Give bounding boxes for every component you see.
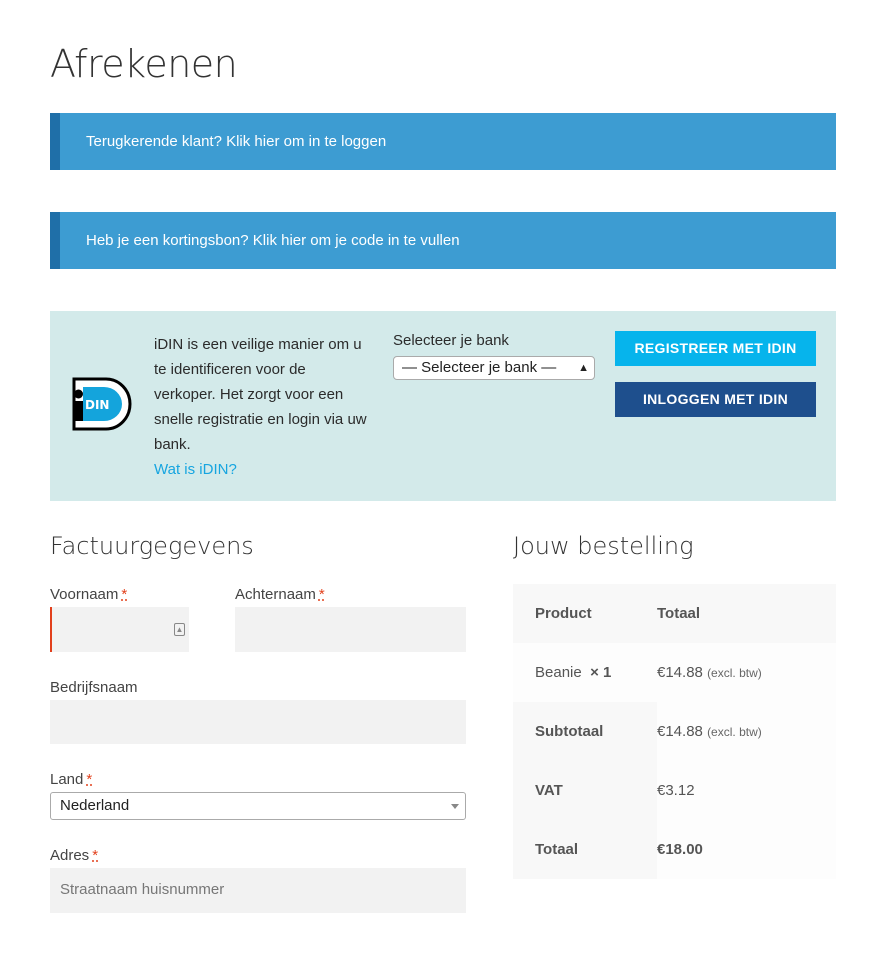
- total-column-header: Totaal: [657, 584, 836, 643]
- coupon-link[interactable]: Heb je een kortingsbon? Klik hier om je …: [86, 232, 460, 249]
- subtotal-amount: €14.88: [657, 723, 703, 740]
- last-name-label-text: Achternaam: [235, 586, 316, 603]
- order-title: Jouw bestelling: [513, 532, 694, 560]
- item-quantity: × 1: [590, 664, 612, 681]
- returning-customer-link[interactable]: Terugkerende klant? Klik hier om in te l…: [86, 133, 386, 150]
- required-mark: *: [318, 586, 325, 603]
- order-review-table: Product Totaal Beanie × 1 €14.88 (excl. …: [513, 584, 836, 879]
- country-select[interactable]: Nederland: [50, 792, 466, 820]
- item-name: Beanie: [535, 664, 582, 681]
- order-header-row: Product Totaal: [513, 584, 836, 643]
- subtotal-row: Subtotaal €14.88 (excl. btw): [513, 702, 836, 761]
- billing-title: Factuurgegevens: [50, 532, 254, 560]
- what-is-idin-link[interactable]: Wat is iDIN?: [154, 457, 370, 482]
- address-input[interactable]: Straatnaam huisnummer: [50, 868, 466, 913]
- order-item-name: Beanie × 1: [513, 643, 657, 702]
- idin-logo-icon: DIN: [72, 377, 132, 431]
- order-total-row: Totaal €18.00: [513, 820, 836, 879]
- last-name-input[interactable]: [235, 607, 466, 652]
- idin-description: iDIN is een veilige manier om u te ident…: [154, 332, 370, 482]
- subtotal-tax-note: (excl. btw): [707, 725, 762, 739]
- vat-row: VAT €3.12: [513, 761, 836, 820]
- first-name-input[interactable]: ▲: [50, 607, 189, 652]
- order-total-label: Totaal: [513, 820, 657, 879]
- chevron-down-icon: [451, 804, 459, 809]
- first-name-label: Voornaam *: [50, 586, 127, 603]
- contact-card-icon[interactable]: ▲: [174, 623, 185, 636]
- required-mark: *: [92, 847, 99, 864]
- idin-description-text: iDIN is een veilige manier om u te ident…: [154, 336, 367, 453]
- order-total-value: €18.00: [657, 820, 836, 879]
- coupon-notice[interactable]: Heb je een kortingsbon? Klik hier om je …: [50, 212, 836, 269]
- svg-text:DIN: DIN: [85, 398, 109, 412]
- country-select-value: Nederland: [60, 797, 130, 814]
- country-label: Land *: [50, 771, 92, 788]
- item-price: €14.88: [657, 664, 703, 681]
- bank-select-value: — Selecteer je bank —: [402, 359, 557, 376]
- order-item-total: €14.88 (excl. btw): [657, 643, 836, 702]
- required-mark: *: [86, 771, 93, 788]
- order-item-row: Beanie × 1 €14.88 (excl. btw): [513, 643, 836, 702]
- item-tax-note: (excl. btw): [707, 666, 762, 680]
- vat-value: €3.12: [657, 761, 836, 820]
- vat-label: VAT: [513, 761, 657, 820]
- last-name-label: Achternaam *: [235, 586, 325, 603]
- bank-select[interactable]: — Selecteer je bank — ▲: [393, 356, 595, 380]
- returning-customer-notice[interactable]: Terugkerende klant? Klik hier om in te l…: [50, 113, 836, 170]
- select-arrows-icon: ▲: [578, 362, 589, 374]
- subtotal-label: Subtotaal: [513, 702, 657, 761]
- idin-panel: DIN iDIN is een veilige manier om u te i…: [50, 311, 836, 501]
- address-label: Adres *: [50, 847, 98, 864]
- register-idin-button[interactable]: REGISTREER MET IDIN: [615, 331, 816, 366]
- company-label: Bedrijfsnaam: [50, 679, 138, 696]
- first-name-label-text: Voornaam: [50, 586, 119, 603]
- country-label-text: Land: [50, 771, 84, 788]
- product-column-header: Product: [513, 584, 657, 643]
- company-input[interactable]: [50, 700, 466, 744]
- subtotal-value: €14.88 (excl. btw): [657, 702, 836, 761]
- required-mark: *: [121, 586, 128, 603]
- bank-select-label: Selecteer je bank: [393, 332, 509, 349]
- login-idin-button[interactable]: INLOGGEN MET IDIN: [615, 382, 816, 417]
- address-label-text: Adres: [50, 847, 90, 864]
- address-placeholder: Straatnaam huisnummer: [60, 881, 225, 898]
- page-title: Afrekenen: [50, 42, 238, 86]
